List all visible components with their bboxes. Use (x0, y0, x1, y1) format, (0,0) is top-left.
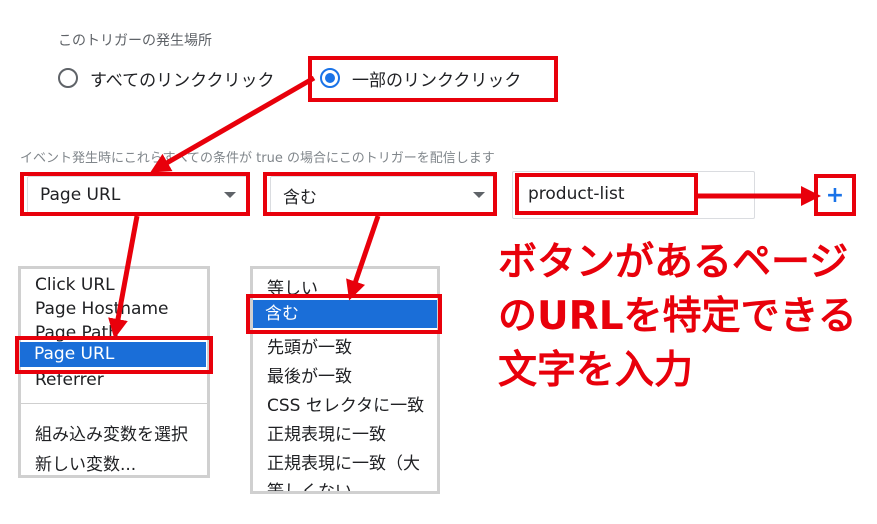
annotation-line: のURLを特定できる (498, 294, 857, 339)
arrow-radio-to-variable (150, 75, 316, 173)
annotation-text: ボタンがあるページ のURLを特定できる 文字を入力 (498, 236, 857, 398)
arrow-operator-to-menu (346, 215, 381, 301)
arrow-variable-to-menu (108, 215, 140, 339)
annotation-line: 文字を入力 (498, 348, 694, 393)
annotation-line: ボタンがあるページ (498, 240, 849, 285)
